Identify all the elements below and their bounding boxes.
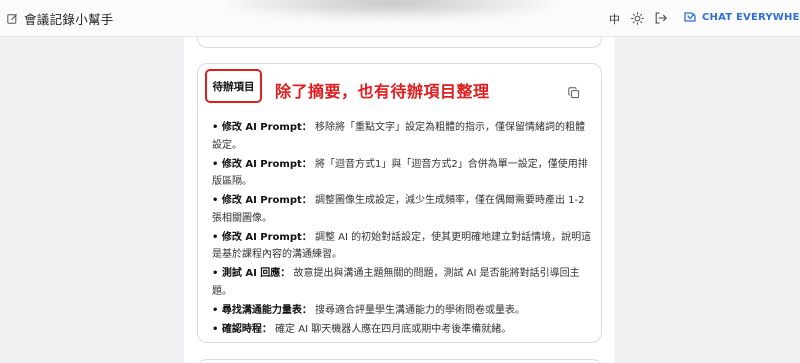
brand-logo-icon [683, 10, 697, 24]
todo-list: • 修改 AI Prompt： 移除將「重點文字」設定為粗體的指示，僅保留情緒詞… [212, 119, 594, 340]
edit-icon[interactable] [7, 13, 18, 24]
list-item: • 修改 AI Prompt： 調整 AI 的初始對話設定，使其更明確地建立對話… [212, 231, 592, 261]
item-text: 確定 AI 聊天機器人應在四月底或期中考後準備就緒。 [271, 323, 512, 335]
title-area[interactable]: 會議記錄小幫手 [7, 9, 114, 28]
copy-icon[interactable] [568, 87, 580, 99]
next-card [197, 359, 602, 363]
top-bar: 會議記錄小幫手 中 CHAT EVERYWHE [0, 0, 800, 37]
list-item: • 修改 AI Prompt： 調整圖像生成設定，減少生成頻率，僅在偶爾需要時產… [212, 195, 585, 224]
language-toggle[interactable]: 中 [609, 11, 620, 27]
item-key: 修改 AI Prompt： [221, 195, 312, 206]
todo-heading: 待辦項目 [212, 80, 255, 93]
list-item: • 測試 AI 回應： 故意提出與溝通主題無關的問題，測試 AI 是否能將對話引… [212, 268, 580, 297]
list-item: • 修改 AI Prompt： 移除將「重點文字」設定為粗體的指示，僅保留情緒詞… [212, 122, 585, 151]
item-key: 測試 AI 回應： [221, 268, 291, 279]
blurred-region [225, 0, 555, 20]
annotation-text: 除了摘要，也有待辦項目整理 [275, 82, 490, 101]
previous-card [197, 37, 602, 48]
logout-icon[interactable] [654, 11, 668, 25]
list-item: • 尋找溝通能力量表： 搜尋適合評量學生溝通能力的學術問卷或量表。 [212, 304, 526, 316]
app-title: 會議記錄小幫手 [24, 11, 114, 27]
todo-heading-highlight: 待辦項目 [205, 69, 262, 103]
item-key: 修改 AI Prompt： [221, 158, 312, 170]
item-key: 尋找溝通能力量表： [221, 304, 312, 316]
chat-column: 待辦項目 除了摘要，也有待辦項目整理 • 修改 AI Prompt： 移除將「重… [184, 37, 615, 363]
sun-icon[interactable] [631, 12, 644, 25]
list-item: • 確認時程： 確定 AI 聊天機器人應在四月底或期中考後準備就緒。 [212, 323, 512, 335]
item-text: 搜尋適合評量學生溝通能力的學術問卷或量表。 [311, 304, 526, 316]
brand[interactable]: CHAT EVERYWHERE [683, 10, 800, 24]
brand-text: CHAT EVERYWHERE [702, 11, 800, 23]
item-key: 確認時程： [221, 323, 272, 335]
todo-card: 待辦項目 除了摘要，也有待辦項目整理 • 修改 AI Prompt： 移除將「重… [197, 63, 602, 343]
item-key: 修改 AI Prompt： [221, 231, 312, 243]
item-key: 修改 AI Prompt： [221, 122, 312, 133]
list-item: • 修改 AI Prompt： 將「迴音方式1」與「迴音方式2」合併為單一設定，… [212, 158, 588, 188]
